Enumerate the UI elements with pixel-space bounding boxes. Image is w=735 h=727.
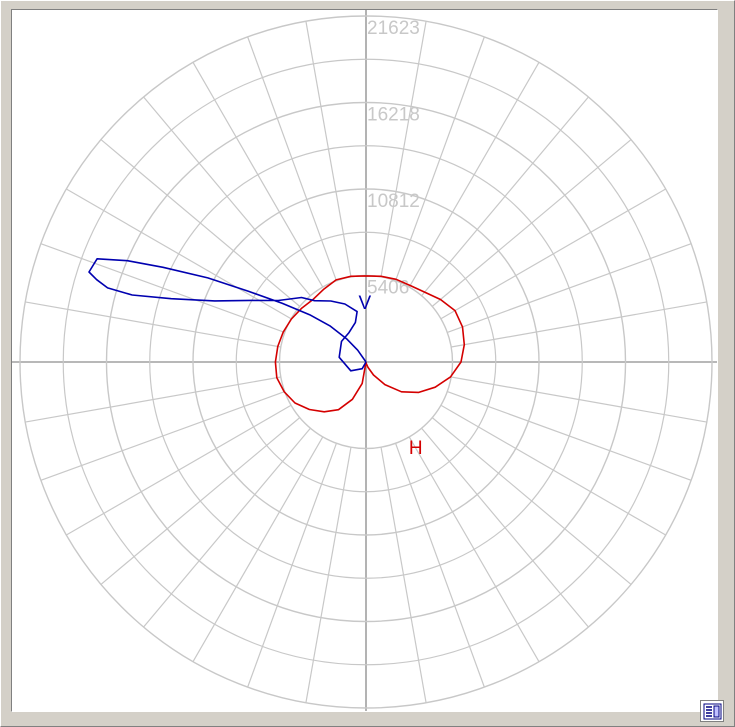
chart-window: 5406 10812 16218 21623 H V xyxy=(0,0,735,727)
ring-value-label: 5406 xyxy=(367,277,409,298)
ring-value-label: 10812 xyxy=(367,191,420,212)
chart-options-button[interactable] xyxy=(700,700,724,722)
ring-value-label: 21623 xyxy=(367,18,420,39)
curve-v xyxy=(88,258,367,372)
settings-page-icon xyxy=(703,703,722,720)
curve-label-v: V xyxy=(359,293,372,314)
curve-label-h: H xyxy=(409,438,423,459)
polar-chart: 5406 10812 16218 21623 H V xyxy=(12,10,717,711)
polar-plot-area: 5406 10812 16218 21623 H V xyxy=(11,9,718,712)
ring-value-label: 16218 xyxy=(367,104,420,125)
